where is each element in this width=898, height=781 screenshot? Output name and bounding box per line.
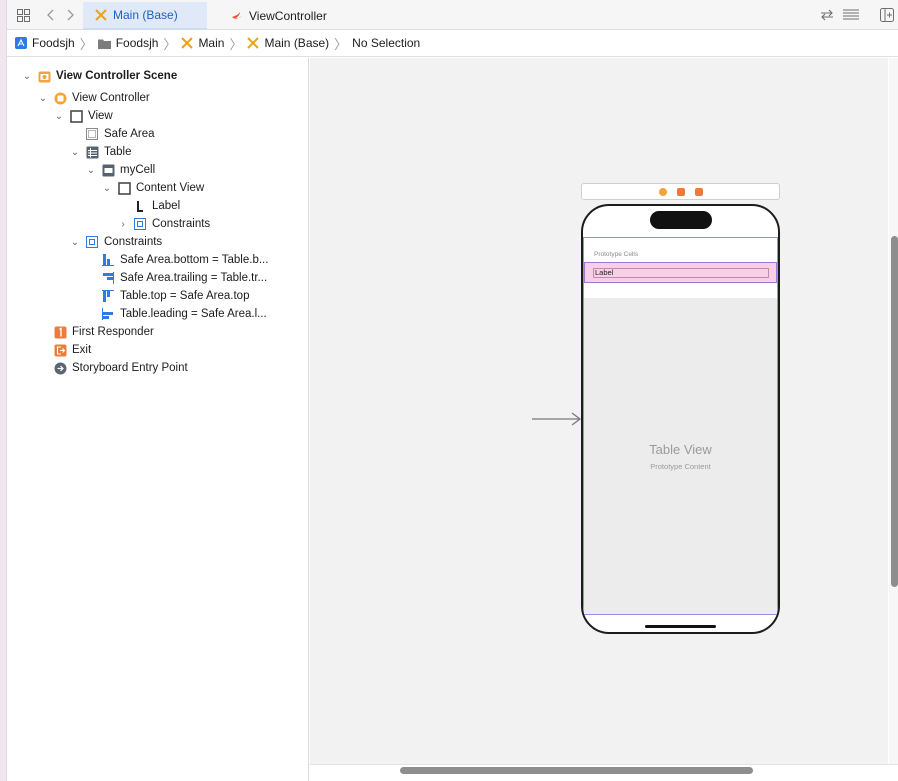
constraint-leading-icon — [101, 307, 115, 321]
cell-icon — [101, 163, 115, 177]
view-icon — [117, 181, 131, 195]
tab-label: ViewController — [249, 9, 327, 23]
jump-bar: Foodsjh 〉 Foodsjh 〉 Main 〉 Main (Base) 〉… — [7, 30, 898, 57]
tab-viewcontroller[interactable]: ViewController — [219, 2, 339, 30]
breadcrumb-project[interactable]: Foodsjh — [15, 36, 75, 50]
chevron-down-icon[interactable]: ⌄ — [21, 70, 33, 82]
outline-row-label[interactable]: Label — [117, 197, 180, 215]
prototype-cell[interactable]: Label — [584, 262, 777, 283]
chevron-right-icon[interactable]: › — [117, 218, 129, 230]
chevron-down-icon[interactable]: ⌄ — [85, 164, 97, 176]
label-icon — [133, 199, 147, 213]
outline-row-scene[interactable]: ⌄ View Controller Scene — [21, 67, 177, 85]
storyboard-icon — [95, 9, 107, 21]
prototype-cells-header: Prototype Cells — [594, 251, 639, 258]
table-view-subtitle: Prototype Content — [650, 462, 711, 471]
chevron-right-icon: 〉 — [163, 36, 177, 52]
chevron-right-icon: 〉 — [229, 36, 243, 52]
scene-dock[interactable] — [581, 183, 780, 200]
entry-point-arrow-icon[interactable] — [532, 412, 582, 426]
constraint-bottom-icon — [101, 253, 115, 267]
breadcrumb-folder[interactable]: Foodsjh — [97, 36, 158, 50]
breadcrumb-main-base[interactable]: Main (Base) — [247, 36, 329, 50]
swift-icon — [231, 10, 243, 22]
document-outline: ⌄ View Controller Scene ⌄ View Controlle… — [7, 58, 309, 781]
outline-row-constraint-leading[interactable]: Table.leading = Safe Area.l... — [85, 305, 267, 323]
add-editor-icon[interactable] — [879, 7, 895, 23]
first-responder-icon[interactable] — [676, 187, 685, 196]
outline-row-safe-area[interactable]: Safe Area — [69, 125, 155, 143]
constraints-icon — [133, 217, 147, 231]
outline-row-view[interactable]: ⌄ View — [53, 107, 113, 125]
home-indicator — [645, 625, 716, 628]
view-controller-icon[interactable] — [658, 187, 667, 196]
swap-icon[interactable] — [819, 7, 835, 23]
back-arrow-icon[interactable] — [43, 7, 59, 23]
chevron-down-icon[interactable]: ⌄ — [101, 182, 113, 194]
chevron-down-icon[interactable]: ⌄ — [69, 146, 81, 158]
exit-icon[interactable] — [694, 187, 703, 196]
horizontal-scrollbar-thumb[interactable] — [400, 767, 753, 774]
chevron-down-icon[interactable]: ⌄ — [69, 236, 81, 248]
tab-label: Main (Base) — [113, 8, 178, 22]
storyboard-icon — [181, 37, 194, 49]
outline-row-content-view[interactable]: ⌄ Content View — [101, 179, 204, 197]
outline-row-exit[interactable]: Exit — [37, 341, 91, 359]
constraints-icon — [85, 235, 99, 249]
outline-row-entry-point[interactable]: Storyboard Entry Point — [37, 359, 188, 377]
view-controller-icon — [53, 91, 67, 105]
tab-bar: Main (Base) ViewController — [7, 0, 898, 30]
outline-row-constraints-cell[interactable]: › Constraints — [117, 215, 210, 233]
outline-row-mycell[interactable]: ⌄ myCell — [85, 161, 155, 179]
outline-row-constraint-top[interactable]: Table.top = Safe Area.top — [85, 287, 249, 305]
cell-label[interactable]: Label — [593, 268, 769, 278]
folder-icon — [97, 38, 111, 49]
chevron-right-icon: 〉 — [79, 36, 93, 52]
constraint-trailing-icon — [101, 271, 115, 285]
constraint-top-icon — [101, 289, 115, 303]
breadcrumb-selection[interactable]: No Selection — [352, 36, 420, 50]
outline-row-constraint-bottom[interactable]: Safe Area.bottom = Table.b... — [85, 251, 268, 269]
forward-arrow-icon[interactable] — [62, 7, 78, 23]
safe-area-icon — [85, 127, 99, 141]
app-icon — [15, 37, 27, 49]
storyboard-icon — [247, 37, 260, 49]
table-view-title: Table View — [649, 442, 712, 457]
outline-row-constraints[interactable]: ⌄ Constraints — [69, 233, 162, 251]
chevron-right-icon: 〉 — [334, 36, 348, 52]
grid-icon[interactable] — [15, 7, 31, 23]
chevron-down-icon[interactable]: ⌄ — [53, 110, 65, 122]
view-icon — [69, 109, 83, 123]
exit-icon — [53, 343, 67, 357]
outline-row-view-controller[interactable]: ⌄ View Controller — [37, 89, 150, 107]
chevron-down-icon[interactable]: ⌄ — [37, 92, 49, 104]
outline-row-table[interactable]: ⌄ Table — [69, 143, 132, 161]
breadcrumb-main[interactable]: Main — [181, 36, 224, 50]
scene-icon — [37, 69, 51, 83]
lines-icon[interactable] — [843, 7, 859, 23]
table-view[interactable]: Prototype Cells Label Table View Prototy… — [583, 237, 778, 615]
first-responder-icon — [53, 325, 67, 339]
tab-main-base[interactable]: Main (Base) — [83, 2, 207, 30]
window-edge — [0, 0, 7, 781]
table-view-placeholder: Table View Prototype Content — [584, 298, 777, 614]
vertical-scrollbar-thumb[interactable] — [891, 236, 898, 587]
iphone-frame[interactable]: Prototype Cells Label Table View Prototy… — [581, 204, 780, 634]
outline-row-constraint-trailing[interactable]: Safe Area.trailing = Table.tr... — [85, 269, 267, 287]
table-icon — [85, 145, 99, 159]
outline-row-first-responder[interactable]: First Responder — [37, 323, 154, 341]
entry-point-icon — [53, 361, 67, 375]
dynamic-island — [650, 211, 712, 229]
